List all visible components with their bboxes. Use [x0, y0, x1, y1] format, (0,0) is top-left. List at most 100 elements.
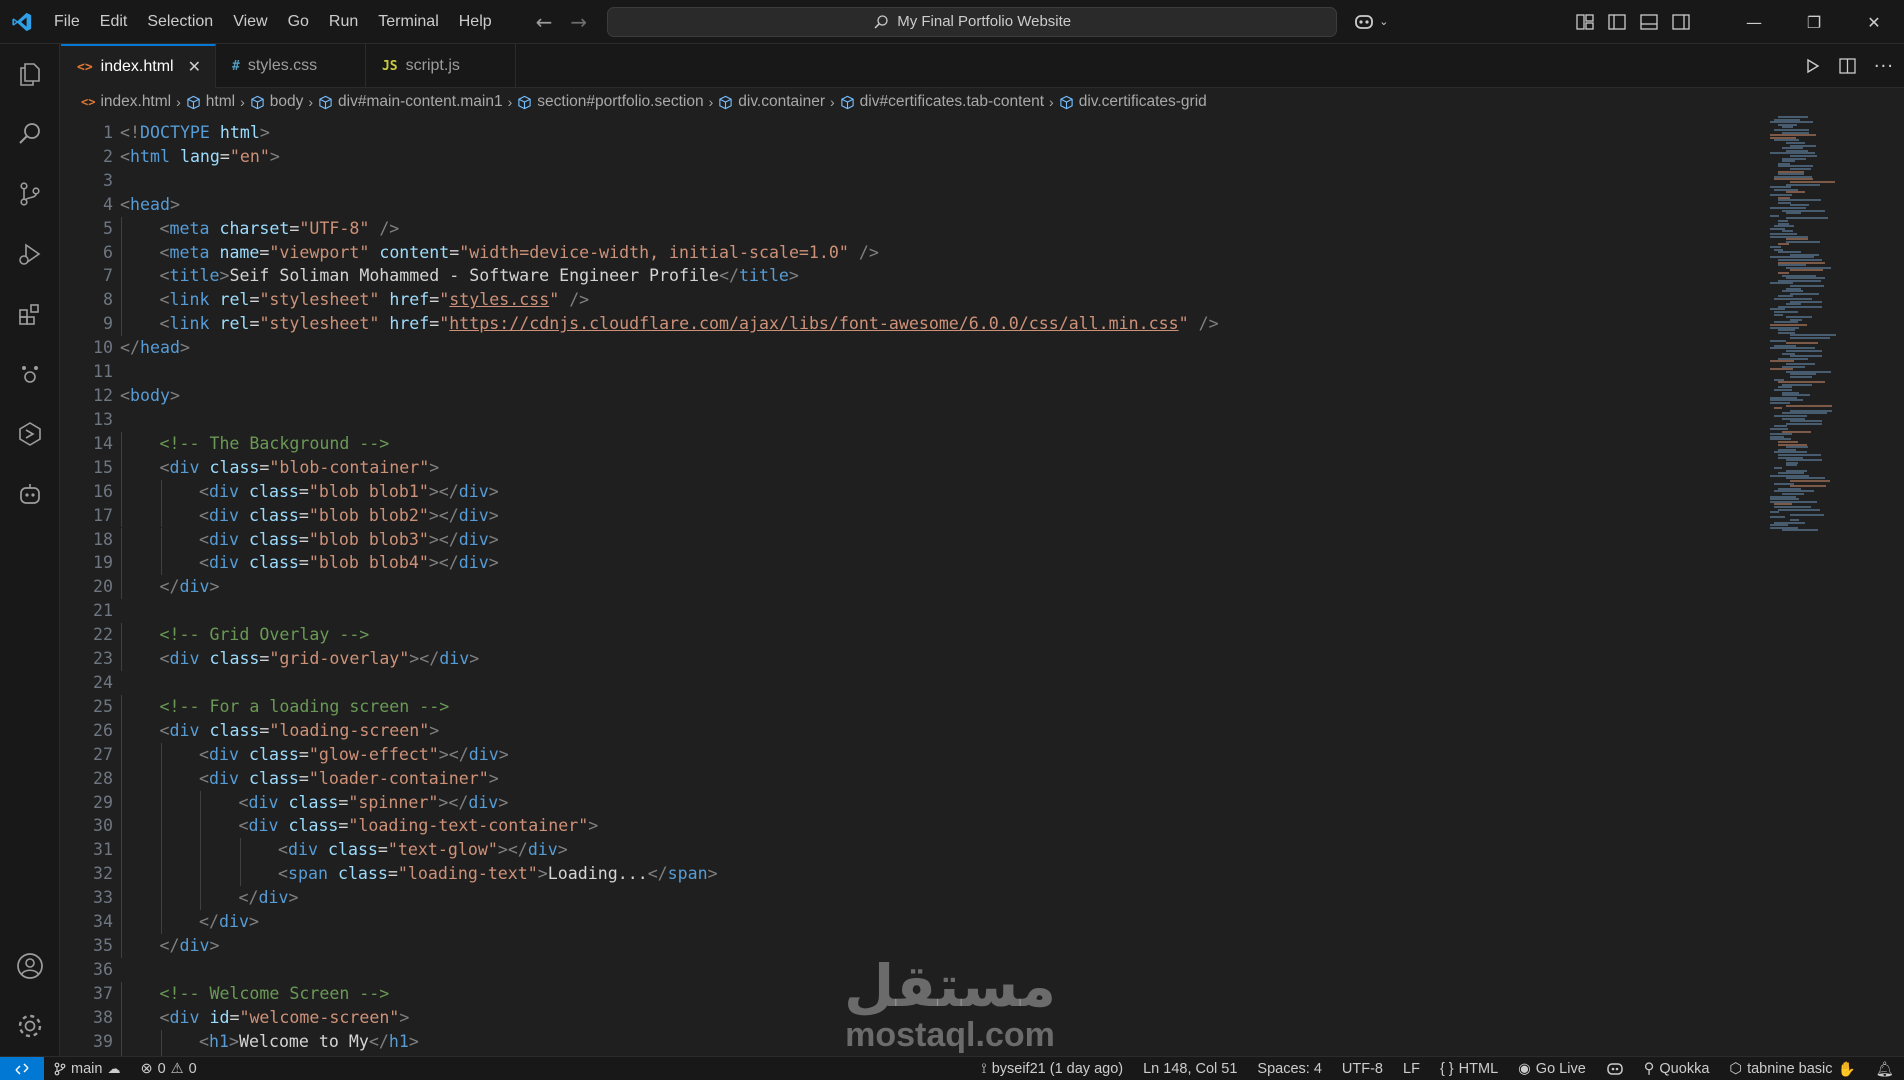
breadcrumb-item[interactable]: div.container: [718, 93, 825, 111]
extensions-icon[interactable]: [0, 284, 60, 344]
line-number[interactable]: 27: [61, 743, 113, 767]
code-line[interactable]: 19 <div class="blob blob4"></div>: [61, 551, 1761, 575]
back-arrow-icon[interactable]: ←: [536, 10, 553, 34]
forward-arrow-icon[interactable]: →: [570, 10, 587, 34]
run-debug-icon[interactable]: [0, 224, 60, 284]
line-number[interactable]: 6: [61, 241, 113, 265]
run-file-icon[interactable]: [1805, 58, 1821, 74]
line-number[interactable]: 22: [61, 623, 113, 647]
account-icon[interactable]: [0, 936, 60, 996]
code-line[interactable]: 34 </div>: [61, 910, 1761, 934]
line-number[interactable]: 19: [61, 551, 113, 575]
line-number[interactable]: 32: [61, 862, 113, 886]
code-line[interactable]: 36: [61, 958, 1761, 982]
line-number[interactable]: 11: [61, 360, 113, 384]
code-line[interactable]: 31 <div class="text-glow"></div>: [61, 838, 1761, 862]
code-line[interactable]: 39 <h1>Welcome to My</h1>: [61, 1030, 1761, 1054]
search-icon[interactable]: [0, 104, 60, 164]
code-line[interactable]: 15 <div class="blob-container">: [61, 456, 1761, 480]
quokka-status[interactable]: ⚲ Quokka: [1634, 1057, 1720, 1080]
code-line[interactable]: 30 <div class="loading-text-container">: [61, 814, 1761, 838]
line-number[interactable]: 7: [61, 264, 113, 288]
line-number[interactable]: 33: [61, 886, 113, 910]
code-line[interactable]: 13: [61, 408, 1761, 432]
breadcrumb-item[interactable]: div#certificates.tab-content: [840, 93, 1044, 111]
line-number[interactable]: 4: [61, 193, 113, 217]
tab-script-js[interactable]: JS script.js: [366, 44, 516, 88]
code-line[interactable]: 22 <!-- Grid Overlay -->: [61, 623, 1761, 647]
code-editor[interactable]: 1 <!DOCTYPE html> 2 <html lang="en"> 3 4 <head…: [61, 116, 1904, 1056]
line-number[interactable]: 31: [61, 838, 113, 862]
minimap[interactable]: [1770, 116, 1880, 546]
line-number[interactable]: 2: [61, 145, 113, 169]
code-line[interactable]: 6 <meta name="viewport" content="width=de…: [61, 241, 1761, 265]
breadcrumb-item[interactable]: <> index.html: [81, 93, 171, 111]
code-line[interactable]: 4 <head>: [61, 193, 1761, 217]
line-number[interactable]: 24: [61, 671, 113, 695]
line-number[interactable]: 34: [61, 910, 113, 934]
source-control-icon[interactable]: [0, 164, 60, 224]
menu-run[interactable]: Run: [319, 0, 368, 44]
notifications-bell-icon[interactable]: 🔔︎: [1866, 1057, 1904, 1080]
minimize-button[interactable]: —: [1724, 0, 1784, 44]
code-line[interactable]: 28 <div class="loader-container">: [61, 767, 1761, 791]
close-tab-icon[interactable]: ✕: [188, 57, 201, 77]
line-number[interactable]: 8: [61, 288, 113, 312]
chat-bot-icon[interactable]: [0, 464, 60, 524]
line-number[interactable]: 15: [61, 456, 113, 480]
more-actions-icon[interactable]: ···: [1874, 56, 1894, 77]
line-number[interactable]: 21: [61, 599, 113, 623]
code-line[interactable]: 9 <link rel="stylesheet" href="https://cd…: [61, 312, 1761, 336]
breadcrumb-item[interactable]: div.certificates-grid: [1059, 93, 1207, 111]
encoding-status[interactable]: UTF-8: [1332, 1057, 1393, 1080]
line-number[interactable]: 23: [61, 647, 113, 671]
toggle-primary-sidebar-icon[interactable]: [1608, 14, 1626, 30]
copilot-button[interactable]: ⌄: [1353, 13, 1388, 31]
problems-status[interactable]: ⊗ 0 ⚠ 0: [130, 1057, 206, 1080]
line-number[interactable]: 30: [61, 814, 113, 838]
code-line[interactable]: 33 </div>: [61, 886, 1761, 910]
restore-button[interactable]: ❐: [1784, 0, 1844, 44]
cursor-position[interactable]: Ln 148, Col 51: [1133, 1057, 1247, 1080]
line-number[interactable]: 14: [61, 432, 113, 456]
menu-selection[interactable]: Selection: [137, 0, 223, 44]
code-line[interactable]: 23 <div class="grid-overlay"></div>: [61, 647, 1761, 671]
toggle-secondary-sidebar-icon[interactable]: [1672, 14, 1690, 30]
line-number[interactable]: 28: [61, 767, 113, 791]
copilot-status[interactable]: [1596, 1057, 1634, 1080]
code-line[interactable]: 10 </head>: [61, 336, 1761, 360]
line-number[interactable]: 18: [61, 528, 113, 552]
code-line[interactable]: 21: [61, 599, 1761, 623]
code-line[interactable]: 26 <div class="loading-screen">: [61, 719, 1761, 743]
language-mode[interactable]: { } HTML: [1430, 1057, 1508, 1080]
line-number[interactable]: 36: [61, 958, 113, 982]
split-editor-icon[interactable]: [1839, 58, 1856, 74]
line-number[interactable]: 5: [61, 217, 113, 241]
remote-indicator-icon[interactable]: [0, 1056, 44, 1080]
indentation-status[interactable]: Spaces: 4: [1247, 1057, 1332, 1080]
branch-status[interactable]: main ☁: [44, 1057, 130, 1080]
toggle-panel-icon[interactable]: [1640, 14, 1658, 30]
tab-index-html[interactable]: <> index.html ✕: [61, 44, 216, 88]
code-line[interactable]: 11: [61, 360, 1761, 384]
code-line[interactable]: 16 <div class="blob blob1"></div>: [61, 480, 1761, 504]
code-line[interactable]: 37 <!-- Welcome Screen -->: [61, 982, 1761, 1006]
breadcrumb-item[interactable]: body: [250, 93, 303, 111]
line-number[interactable]: 17: [61, 504, 113, 528]
customize-layout-icon[interactable]: [1576, 14, 1594, 30]
menu-terminal[interactable]: Terminal: [368, 0, 448, 44]
code-line[interactable]: 32 <span class="loading-text">Loading...<…: [61, 862, 1761, 886]
code-line[interactable]: 17 <div class="blob blob2"></div>: [61, 504, 1761, 528]
breadcrumb-item[interactable]: html: [186, 93, 235, 111]
line-number[interactable]: 20: [61, 575, 113, 599]
line-number[interactable]: 1: [61, 121, 113, 145]
git-blame-status[interactable]: ⟟ byseif21 (1 day ago): [971, 1057, 1133, 1080]
line-number[interactable]: 13: [61, 408, 113, 432]
code-line[interactable]: 14 <!-- The Background -->: [61, 432, 1761, 456]
line-number[interactable]: 38: [61, 1006, 113, 1030]
code-line[interactable]: 25 <!-- For a loading screen -->: [61, 695, 1761, 719]
line-number[interactable]: 10: [61, 336, 113, 360]
menu-file[interactable]: File: [44, 0, 90, 44]
code-line[interactable]: 29 <div class="spinner"></div>: [61, 791, 1761, 815]
line-number[interactable]: 9: [61, 312, 113, 336]
